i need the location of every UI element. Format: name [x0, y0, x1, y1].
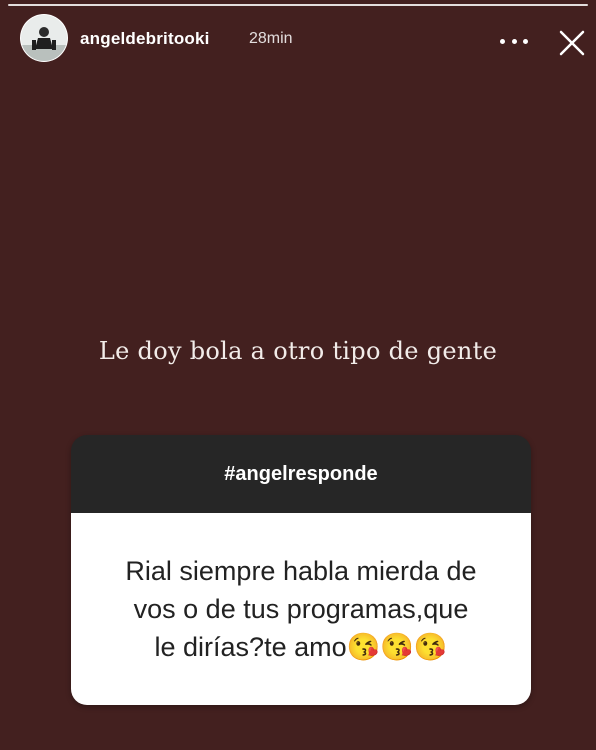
username[interactable]: angeldebritooki	[80, 29, 210, 49]
question-line: le dirías?te amo😘😘😘	[154, 632, 448, 662]
more-options-icon[interactable]	[500, 36, 528, 46]
story-header: angeldebritooki 28min	[0, 14, 596, 68]
progress-segment	[8, 4, 588, 6]
story-progress-bar	[8, 4, 588, 7]
close-icon[interactable]	[556, 27, 588, 59]
question-sticker[interactable]: #angelresponde Rial siempre habla mierda…	[71, 435, 531, 705]
question-sticker-header: #angelresponde	[71, 435, 531, 513]
post-time: 28min	[249, 30, 293, 47]
question-sticker-body: Rial siempre habla mierda de vos o de tu…	[71, 513, 531, 705]
question-line: Rial siempre habla mierda de	[125, 556, 477, 586]
question-line: vos o de tus programas,que	[133, 594, 469, 624]
story-caption: Le doy bola a otro tipo de gente	[98, 337, 498, 365]
avatar[interactable]	[20, 14, 68, 62]
profile-photo-icon	[21, 15, 67, 61]
